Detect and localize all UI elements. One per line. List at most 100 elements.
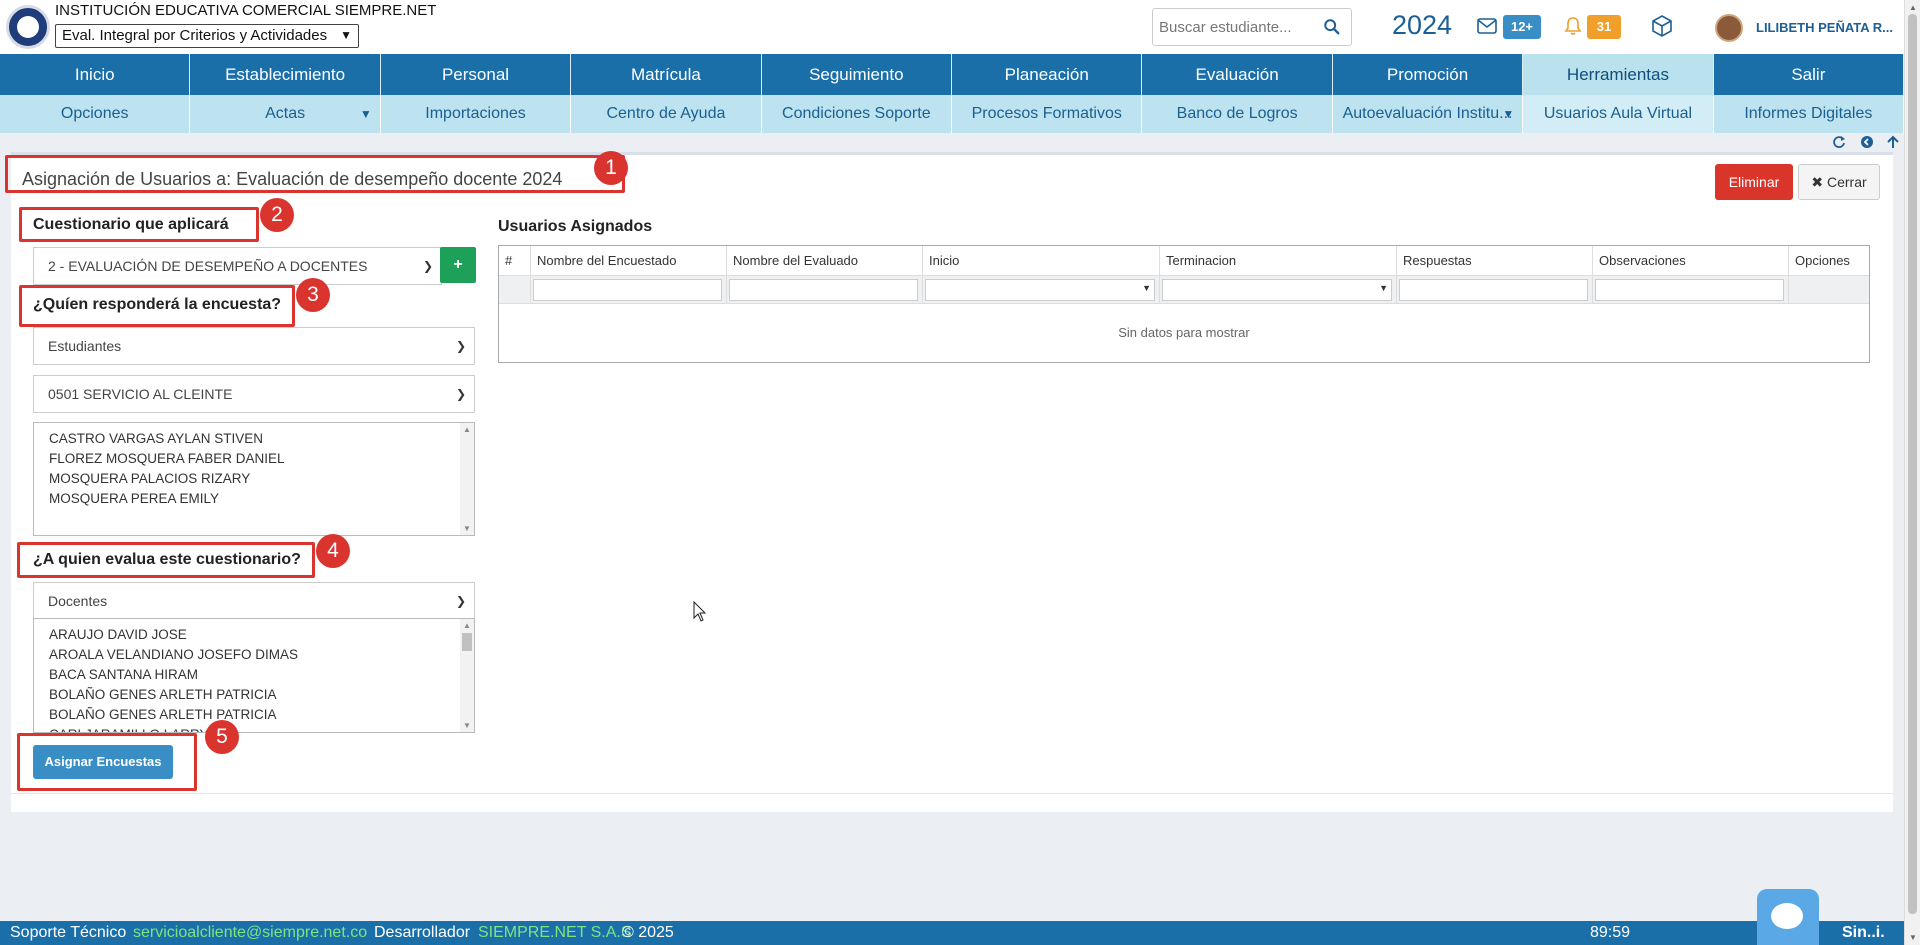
column-header[interactable]: Inicio: [923, 246, 1160, 276]
menu-item-herramientas[interactable]: Herramientas: [1523, 54, 1714, 95]
submenu-centro-ayuda[interactable]: Centro de Ayuda: [571, 95, 762, 133]
scroll-down-icon[interactable]: ▼: [463, 524, 471, 533]
assignment-panel: Asignación de Usuarios a: Evaluación de …: [11, 152, 1893, 812]
chat-icon[interactable]: [1757, 889, 1819, 945]
list-item[interactable]: BACA SANTANA HIRAM: [34, 665, 474, 685]
respondent-type-select[interactable]: Estudiantes ❯: [33, 327, 475, 365]
add-questionnaire-button[interactable]: +: [440, 247, 476, 283]
list-item[interactable]: BOLAÑO GENES ARLETH PATRICIA: [34, 685, 474, 705]
list-item[interactable]: ARAUJO DAVID JOSE: [34, 625, 474, 645]
annotation-box-1: [5, 155, 625, 193]
filter-end-dropdown[interactable]: ▼: [1162, 279, 1392, 301]
filter-observations-input[interactable]: [1595, 279, 1784, 301]
delete-button[interactable]: Eliminar: [1715, 164, 1793, 200]
group-select[interactable]: 0501 SERVICIO AL CLEINTE ❯: [33, 375, 475, 413]
filter-respondent-input[interactable]: [533, 279, 722, 301]
filter-evaluated-input[interactable]: [729, 279, 918, 301]
column-header[interactable]: Nombre del Evaluado: [727, 246, 923, 276]
filter-cell: [727, 276, 923, 304]
menu-item-seguimiento[interactable]: Seguimiento: [762, 54, 953, 95]
list-item[interactable]: BOLAÑO GENES ARLETH PATRICIA: [34, 705, 474, 725]
close-button[interactable]: ✖ Cerrar: [1798, 164, 1880, 200]
submenu-procesos-formativos[interactable]: Procesos Formativos: [952, 95, 1143, 133]
evaluation-profile-select[interactable]: Eval. Integral por Criterios y Actividad…: [55, 24, 359, 48]
list-item[interactable]: FLOREZ MOSQUERA FABER DANIEL: [34, 449, 474, 469]
school-year[interactable]: 2024: [1392, 10, 1452, 41]
list-item[interactable]: AROALA VELANDIANO JOSEFO DIMAS: [34, 645, 474, 665]
refresh-icon[interactable]: [1832, 135, 1846, 149]
menu-item-promocion[interactable]: Promoción: [1333, 54, 1524, 95]
scroll-up-icon[interactable]: ▲: [1909, 3, 1917, 12]
column-header[interactable]: Nombre del Encuestado: [531, 246, 727, 276]
submenu-autoevaluacion[interactable]: Autoevaluación Institu... ▼: [1333, 95, 1524, 133]
group-select-value: 0501 SERVICIO AL CLEINTE: [48, 386, 233, 402]
submenu-informes-digitales[interactable]: Informes Digitales: [1714, 95, 1905, 133]
submenu-opciones[interactable]: Opciones: [0, 95, 191, 133]
list-item[interactable]: MOSQUERA PALACIOS RIZARY: [34, 469, 474, 489]
questionnaire-select[interactable]: 2 - EVALUACIÓN DE DESEMPEÑO A DOCENTES ❯: [33, 247, 442, 285]
submenu-banco-logros[interactable]: Banco de Logros: [1142, 95, 1333, 133]
submenu-usuarios-aula-virtual[interactable]: Usuarios Aula Virtual: [1523, 95, 1714, 133]
submenu-label: Usuarios Aula Virtual: [1543, 105, 1693, 122]
column-header[interactable]: Opciones: [1789, 246, 1869, 276]
respondents-listbox[interactable]: CASTRO VARGAS AYLAN STIVEN FLOREZ MOSQUE…: [33, 422, 475, 536]
submenu-label: Procesos Formativos: [971, 105, 1122, 122]
listbox-scrollbar[interactable]: ▲ ▼: [460, 423, 474, 535]
grid-header: # Nombre del Encuestado Nombre del Evalu…: [499, 246, 1869, 276]
footer-developer-name[interactable]: SIEMPRE.NET S.A.S: [478, 921, 632, 945]
user-avatar[interactable]: [1715, 14, 1743, 42]
filter-start-dropdown[interactable]: ▼: [925, 279, 1155, 301]
main-menu: Inicio Establecimiento Personal Matrícul…: [0, 54, 1905, 95]
filter-cell: [1593, 276, 1789, 304]
mail-icon[interactable]: [1477, 18, 1497, 34]
column-header[interactable]: #: [499, 246, 531, 276]
menu-item-evaluacion[interactable]: Evaluación: [1142, 54, 1333, 95]
institution-logo: [6, 5, 50, 49]
menu-item-planeacion[interactable]: Planeación: [952, 54, 1143, 95]
column-header[interactable]: Terminacion: [1160, 246, 1397, 276]
messages-badge[interactable]: 12+: [1503, 15, 1541, 39]
grid-filter-row: ▼ ▼: [499, 276, 1869, 304]
submenu-importaciones[interactable]: Importaciones: [381, 95, 572, 133]
scroll-thumb[interactable]: [1908, 14, 1917, 914]
submenu-label: Centro de Ayuda: [606, 105, 726, 122]
footer-brand: Sin..i.: [1842, 924, 1885, 941]
arrow-up-icon[interactable]: [1886, 135, 1900, 149]
menu-item-establecimiento[interactable]: Establecimiento: [190, 54, 381, 95]
student-search-input[interactable]: [1153, 9, 1318, 45]
list-item[interactable]: MOSQUERA PEREA EMILY: [34, 489, 474, 509]
scroll-up-icon[interactable]: ▲: [463, 425, 471, 434]
notifications-badge[interactable]: 31: [1587, 15, 1621, 39]
evaluated-listbox[interactable]: ARAUJO DAVID JOSE AROALA VELANDIANO JOSE…: [33, 618, 475, 733]
scroll-down-icon[interactable]: ▼: [1909, 933, 1917, 942]
user-name[interactable]: LILIBETH PEÑATA R...: [1756, 20, 1893, 35]
menu-item-matricula[interactable]: Matrícula: [571, 54, 762, 95]
evaluated-type-select[interactable]: Docentes ❯: [33, 582, 475, 620]
submenu-label: Banco de Logros: [1176, 105, 1298, 122]
scroll-thumb[interactable]: [462, 633, 472, 651]
search-icon[interactable]: [1323, 18, 1341, 36]
listbox-scrollbar[interactable]: ▲ ▼: [460, 619, 474, 732]
list-item[interactable]: CARLJARAMILLO LARRY: [34, 725, 474, 732]
list-item[interactable]: CASTRO VARGAS AYLAN STIVEN: [34, 429, 474, 449]
filter-cell: [1397, 276, 1593, 304]
page-scrollbar[interactable]: ▲ ▼: [1904, 0, 1920, 945]
column-header[interactable]: Observaciones: [1593, 246, 1789, 276]
submenu-condiciones-soporte[interactable]: Condiciones Soporte: [762, 95, 953, 133]
column-header[interactable]: Respuestas: [1397, 246, 1593, 276]
back-circle-icon[interactable]: [1860, 135, 1874, 149]
student-search[interactable]: [1152, 8, 1352, 46]
menu-item-personal[interactable]: Personal: [381, 54, 572, 95]
annotation-box-2: [19, 207, 259, 242]
menu-item-salir[interactable]: Salir: [1714, 54, 1905, 95]
scroll-down-icon[interactable]: ▼: [463, 721, 471, 730]
scroll-up-icon[interactable]: ▲: [463, 621, 471, 630]
filter-answers-input[interactable]: [1399, 279, 1588, 301]
menu-item-inicio[interactable]: Inicio: [0, 54, 191, 95]
footer-copyright: © 2025: [622, 924, 674, 941]
cube-icon[interactable]: [1650, 14, 1674, 38]
assigned-users-title: Usuarios Asignados: [498, 218, 653, 235]
footer-support-email[interactable]: servicioalcliente@siempre.net.co: [133, 921, 367, 945]
submenu-actas[interactable]: Actas ▼: [190, 95, 381, 133]
bell-icon[interactable]: [1563, 16, 1583, 36]
